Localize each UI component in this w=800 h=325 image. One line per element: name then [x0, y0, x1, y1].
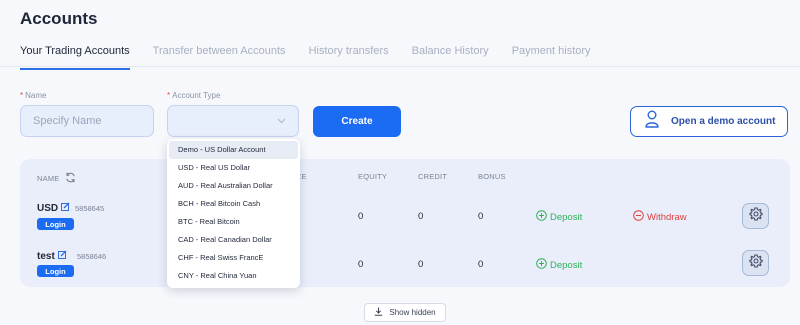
show-hidden-button[interactable]: Show hidden: [364, 303, 446, 322]
dropdown-option-demo-usd[interactable]: Demo - US Dollar Account: [169, 141, 298, 159]
column-header-credit: CREDIT: [418, 172, 448, 181]
column-header-bonus: BONUS: [478, 172, 506, 181]
account-settings-button[interactable]: [742, 203, 769, 229]
minus-circle-icon: [633, 210, 644, 224]
withdraw-label: Withdraw: [647, 211, 687, 223]
refresh-icon[interactable]: [65, 172, 76, 185]
account-name-text: USD: [37, 202, 59, 214]
open-demo-account-button[interactable]: Open a demo account: [630, 106, 788, 137]
deposit-label: Deposit: [550, 259, 583, 271]
show-hidden-label: Show hidden: [389, 308, 436, 317]
create-button[interactable]: Create: [313, 106, 401, 137]
download-icon: [374, 307, 383, 318]
account-type-label: * Account Type: [167, 91, 220, 100]
deposit-label: Deposit: [550, 211, 583, 223]
edit-icon[interactable]: [61, 202, 70, 214]
login-button[interactable]: Login: [37, 218, 74, 230]
account-settings-button[interactable]: [742, 250, 769, 276]
withdraw-button[interactable]: Withdraw: [633, 210, 687, 224]
account-number: 5858646: [77, 252, 107, 261]
gear-icon: [749, 254, 763, 273]
dropdown-option-aud[interactable]: AUD - Real Australian Dollar: [169, 177, 298, 195]
open-demo-account-label: Open a demo account: [671, 116, 776, 127]
tabs-divider: [0, 66, 800, 67]
column-header-equity: EQUITY: [358, 172, 388, 181]
dropdown-option-cny[interactable]: CNY - Real China Yuan: [169, 267, 298, 285]
deposit-button[interactable]: Deposit: [536, 258, 582, 272]
plus-circle-icon: [536, 210, 547, 224]
login-button[interactable]: Login: [37, 265, 74, 277]
column-header-name: NAME: [37, 172, 76, 185]
gear-icon: [749, 207, 763, 226]
account-type-label-text: Account Type: [172, 91, 221, 100]
equity-value: 0: [358, 259, 364, 270]
required-mark: *: [167, 91, 171, 100]
accounts-table-panel: NAME ANCE EQUITY CREDIT BONUS USD 585864…: [20, 159, 790, 287]
user-icon: [645, 110, 659, 133]
account-type-select[interactable]: [167, 105, 299, 137]
credit-value: 0: [418, 259, 424, 270]
account-name: USD: [37, 202, 70, 214]
account-name-text: test: [37, 250, 55, 262]
required-mark: *: [20, 91, 24, 100]
chevron-down-icon: [277, 116, 286, 126]
account-type-dropdown: Demo - US Dollar Account USD - Real US D…: [167, 139, 300, 288]
credit-value: 0: [418, 211, 424, 222]
plus-circle-icon: [536, 258, 547, 272]
name-input[interactable]: [20, 105, 154, 137]
dropdown-option-btc[interactable]: BTC - Real Bitcoin: [169, 213, 298, 231]
account-name: test: [37, 250, 67, 262]
dropdown-option-usd[interactable]: USD - Real US Dollar: [169, 159, 298, 177]
name-field-label: * Name: [20, 91, 46, 100]
name-header-label: NAME: [37, 174, 60, 183]
dropdown-option-bch[interactable]: BCH - Real Bitcoin Cash: [169, 195, 298, 213]
page-title: Accounts: [20, 9, 98, 28]
edit-icon[interactable]: [57, 250, 67, 262]
deposit-button[interactable]: Deposit: [536, 210, 582, 224]
name-label-text: Name: [25, 91, 47, 100]
dropdown-option-cad[interactable]: CAD - Real Canadian Dollar: [169, 231, 298, 249]
account-number: 5858645: [75, 204, 105, 213]
bonus-value: 0: [478, 259, 484, 270]
bonus-value: 0: [478, 211, 484, 222]
equity-value: 0: [358, 211, 364, 222]
dropdown-option-chf[interactable]: CHF - Real Swiss FrancE: [169, 249, 298, 267]
